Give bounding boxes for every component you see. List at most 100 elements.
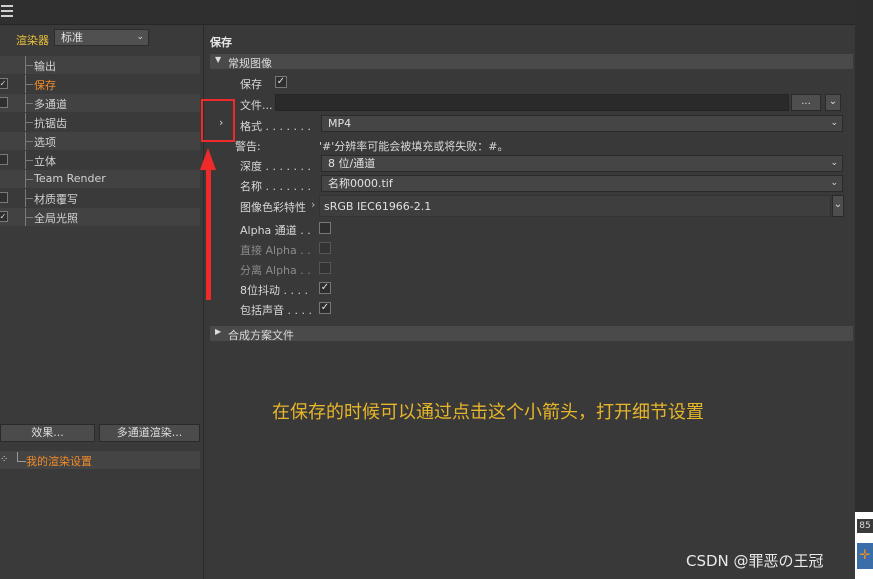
depth-dropdown[interactable]: 8 位/通道 ⌄ — [321, 155, 843, 172]
renderer-label: 渲染器 — [16, 34, 49, 47]
include-sound-label: 包括声音 . . . . — [240, 304, 312, 317]
settings-node-icon: ⁘ — [0, 454, 9, 465]
tree-item-label: 立体 — [34, 155, 56, 168]
color-profile-label: 图像色彩特性 — [240, 201, 306, 214]
tree-item-checkbox[interactable] — [0, 154, 8, 165]
effects-button[interactable]: 效果... — [0, 424, 95, 442]
depth-label: 深度 . . . . . . . — [240, 160, 311, 173]
side-number[interactable]: 85 — [857, 519, 873, 533]
name-value: 名称0000.tif — [328, 177, 393, 190]
tree-item-label: 全局光照 — [34, 212, 78, 225]
highlight-box — [201, 99, 235, 142]
file-options-button[interactable]: ⌄ — [825, 94, 841, 111]
save-checkbox[interactable]: ✓ — [275, 76, 287, 88]
chevron-down-icon: ⌄ — [828, 96, 838, 107]
tree-connector — [25, 160, 33, 161]
file-path-field[interactable] — [275, 94, 789, 111]
menu-icon[interactable] — [1, 5, 13, 17]
tree-item[interactable]: 多通道 — [0, 94, 200, 112]
render-settings-window: 渲染器 标准 ⌄ 输出 ✓ 保存多通道抗锯齿选项立体 Team Render 材质覆写 ✓… — [0, 0, 855, 579]
tree-item-label: 输出 — [34, 60, 56, 73]
my-render-settings-label: 我的渲染设置 — [26, 455, 92, 468]
renderer-select[interactable]: 标准 ⌄ — [54, 29, 149, 46]
name-dropdown[interactable]: 名称0000.tif ⌄ — [321, 175, 843, 192]
section-title: 保存 — [210, 36, 232, 49]
right-edge-strip — [855, 0, 873, 579]
add-icon[interactable]: ✛ — [857, 543, 873, 569]
tree-item[interactable]: Team Render — [0, 170, 200, 188]
tree-item-checkbox[interactable]: ✓ — [0, 211, 8, 222]
tree-item-checkbox[interactable]: ✓ — [0, 78, 8, 89]
dither-label: 8位抖动 . . . . — [240, 284, 308, 297]
check-icon: ✓ — [276, 76, 286, 87]
multipass-render-button[interactable]: 多通道渲染... — [99, 424, 200, 442]
chevron-down-icon: ⌄ — [830, 178, 838, 188]
chevron-down-icon: ⌄ — [833, 199, 843, 210]
check-icon: ✓ — [320, 282, 330, 293]
tree-connector — [25, 103, 33, 104]
tree-item[interactable]: 选项 — [0, 132, 200, 150]
left-panel: 渲染器 标准 ⌄ 输出 ✓ 保存多通道抗锯齿选项立体 Team Render 材质覆写 ✓… — [0, 25, 204, 579]
save-label: 保存 — [240, 78, 262, 91]
top-bar — [0, 0, 855, 25]
chevron-right-icon[interactable]: › — [311, 198, 315, 211]
renderer-value: 标准 — [61, 31, 83, 44]
tree-connector — [25, 198, 33, 199]
tree-connector — [17, 452, 26, 462]
tree-item-checkbox[interactable] — [0, 97, 8, 108]
tree-connector — [25, 84, 33, 85]
tree-connector — [25, 217, 33, 218]
annotation-text: 在保存的时候可以通过点击这个小箭头，打开细节设置 — [272, 402, 704, 423]
dither-checkbox[interactable]: ✓ — [319, 282, 331, 294]
tree-item-label: 多通道 — [34, 98, 67, 111]
tree-item-label: Team Render — [34, 172, 106, 185]
color-profile-value: sRGB IEC61966-2.1 — [324, 200, 432, 213]
tree-item-label: 选项 — [34, 136, 56, 149]
triangle-right-icon: ▶ — [215, 327, 222, 336]
regular-image-group-label: 常规图像 — [228, 57, 272, 70]
tree-item[interactable]: ✓ 保存 — [0, 75, 200, 93]
warning-label: 警告: — [235, 140, 261, 153]
tree-connector — [25, 122, 33, 123]
watermark: CSDN @罪恶の王冠 — [686, 552, 824, 570]
chevron-down-icon: ⌄ — [830, 118, 838, 128]
browse-button[interactable]: ... — [791, 94, 821, 111]
compositing-group-label: 合成方案文件 — [228, 329, 294, 342]
right-edge-dark — [855, 0, 873, 512]
tree-item[interactable]: 立体 — [0, 151, 200, 169]
format-dropdown[interactable]: MP4 ⌄ — [321, 115, 843, 132]
format-label: 格式 . . . . . . . — [240, 120, 311, 133]
tree-item[interactable]: 材质覆写 — [0, 189, 200, 207]
tree-item[interactable]: 抗锯齿 — [0, 113, 200, 131]
alpha-channel-checkbox[interactable] — [319, 222, 331, 234]
regular-image-group-header[interactable]: ▼ 常规图像 — [210, 54, 853, 70]
tree-item[interactable]: 输出 — [0, 56, 200, 74]
file-label: 文件... — [240, 99, 273, 112]
color-profile-menu-button[interactable]: ⌄ — [832, 195, 844, 217]
chevron-down-icon: ⌄ — [136, 32, 144, 42]
tree-item-checkbox[interactable] — [0, 192, 8, 203]
chevron-down-icon: ⌄ — [830, 158, 838, 168]
tree-connector — [25, 179, 33, 180]
separate-alpha-label: 分离 Alpha . . — [240, 264, 311, 277]
include-sound-checkbox[interactable]: ✓ — [319, 302, 331, 314]
depth-value: 8 位/通道 — [328, 157, 376, 170]
my-render-settings-item[interactable]: ⁘ 我的渲染设置 — [0, 451, 200, 469]
compositing-group-header[interactable]: ▶ 合成方案文件 — [210, 326, 853, 342]
format-value: MP4 — [328, 117, 352, 130]
tree-item-label: 抗锯齿 — [34, 117, 67, 130]
check-icon: ✓ — [320, 302, 330, 313]
save-settings-panel: 保存 ▼ 常规图像 保存 ✓ 文件... ... ⌄ 格式 . . . . . … — [205, 25, 855, 579]
tree-item-label: 保存 — [34, 79, 56, 92]
straight-alpha-checkbox[interactable] — [319, 242, 331, 254]
color-profile-field[interactable]: sRGB IEC61966-2.1 — [319, 195, 831, 217]
triangle-down-icon: ▼ — [215, 55, 222, 64]
tree-connector — [25, 141, 33, 142]
warning-text: '#'分辨率可能会被填充或将失败：#。 — [319, 140, 509, 153]
tree-item[interactable]: ✓ 全局光照 — [0, 208, 200, 226]
alpha-channel-label: Alpha 通道 . . — [240, 224, 311, 237]
tree-connector — [25, 65, 33, 66]
tree-item-label: 材质覆写 — [34, 193, 78, 206]
separate-alpha-checkbox[interactable] — [319, 262, 331, 274]
name-label: 名称 . . . . . . . — [240, 180, 311, 193]
